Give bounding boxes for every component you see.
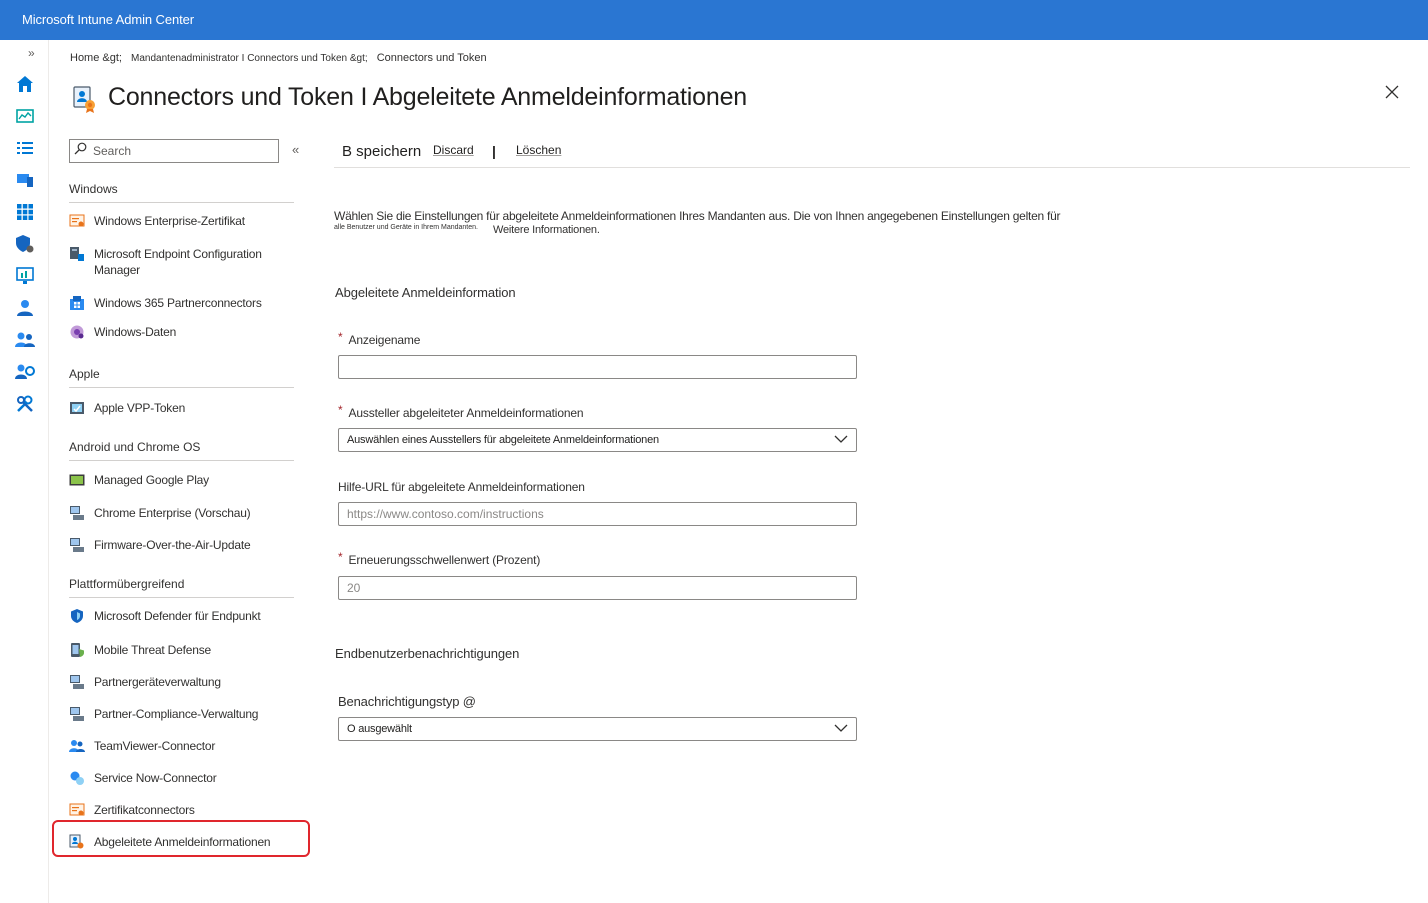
- search-icon: [74, 142, 87, 160]
- defender-shield-icon: [69, 608, 85, 624]
- devices-icon[interactable]: [15, 170, 35, 190]
- troubleshooting-icon[interactable]: [15, 394, 35, 414]
- help-url-input[interactable]: [338, 502, 857, 526]
- breadcrumb-home[interactable]: Home &gt;: [70, 52, 122, 64]
- chevron-down-icon: [834, 720, 848, 738]
- divider: [69, 202, 294, 203]
- required-indicator: *: [338, 403, 343, 417]
- derived-credentials-icon: [72, 85, 98, 113]
- divider: [69, 460, 294, 461]
- nav-item-windows-data[interactable]: Windows-Daten: [69, 324, 294, 340]
- nav-item-certificate-connectors[interactable]: Zertifikatconnectors: [69, 802, 294, 818]
- page-description-continued: alle Benutzer und Geräte in Ihrem Mandan…: [334, 224, 478, 231]
- apps-icon[interactable]: [15, 202, 35, 222]
- chevron-down-icon: [834, 431, 848, 449]
- collapse-menu-button[interactable]: «: [292, 142, 299, 157]
- google-play-icon: [69, 472, 85, 488]
- divider: [69, 387, 294, 388]
- divider: [69, 597, 294, 598]
- close-icon[interactable]: [1384, 84, 1402, 102]
- tenant-admin-icon[interactable]: [15, 362, 35, 382]
- groups-icon[interactable]: [15, 330, 35, 350]
- dashboard-icon[interactable]: [15, 106, 35, 126]
- notification-type-value: O ausgewählt: [347, 723, 412, 735]
- reports-icon[interactable]: [15, 266, 35, 286]
- display-name-label: * Anzeigename: [338, 330, 421, 347]
- partner-compliance-icon: [69, 706, 85, 722]
- more-info-link[interactable]: Weitere Informationen.: [493, 224, 600, 236]
- nav-item-microsoft-defender-for-endpoint[interactable]: Microsoft Defender für Endpunkt: [69, 608, 294, 624]
- required-indicator: *: [338, 550, 343, 564]
- left-rail: »: [0, 40, 49, 903]
- renewal-threshold-input[interactable]: [338, 576, 857, 600]
- nav-item-windows-365-partner-connectors[interactable]: Windows 365 Partnerconnectors: [69, 295, 294, 311]
- nav-group-cross-platform: Plattformübergreifend: [69, 577, 185, 591]
- windows-365-icon: [69, 295, 85, 311]
- section-heading-end-user-notifications: Endbenutzerbenachrichtigungen: [335, 646, 520, 661]
- nav-item-chrome-enterprise[interactable]: Chrome Enterprise (Vorschau): [69, 505, 294, 521]
- nav-item-firmware-over-the-air-update[interactable]: Firmware-Over-the-Air-Update: [69, 537, 294, 553]
- breadcrumb: Home &gt; Mandantenadministrator I Conne…: [70, 52, 493, 64]
- nav-item-mecm[interactable]: Microsoft Endpoint Configuration Manager: [69, 246, 294, 278]
- windows-data-icon: [69, 324, 85, 340]
- nav-item-partner-compliance-management[interactable]: Partner-Compliance-Verwaltung: [69, 706, 294, 722]
- page-title: Connectors und Token I Abgeleitete Anmel…: [108, 83, 747, 111]
- breadcrumb-tenant-admin[interactable]: Mandantenadministrator I Connectors und …: [131, 53, 368, 64]
- nav-item-managed-google-play[interactable]: Managed Google Play: [69, 472, 294, 488]
- section-heading-derived-credential: Abgeleitete Anmeldeinformation: [335, 285, 516, 300]
- required-indicator: *: [338, 330, 343, 344]
- all-services-icon[interactable]: [15, 138, 35, 158]
- mobile-threat-defense-icon: [69, 642, 85, 658]
- app-title[interactable]: Microsoft Intune Admin Center: [22, 12, 194, 27]
- notification-type-dropdown[interactable]: O ausgewählt: [338, 717, 857, 741]
- page-description: Wählen Sie die Einstellungen für abgelei…: [334, 209, 1061, 223]
- expand-rail-button[interactable]: »: [28, 46, 35, 60]
- nav-group-windows: Windows: [69, 182, 118, 196]
- search-box: [69, 139, 279, 163]
- nav-item-servicenow-connector[interactable]: Service Now-Connector: [69, 770, 294, 786]
- display-name-input[interactable]: [338, 355, 857, 379]
- partner-device-icon: [69, 674, 85, 690]
- nav-item-teamviewer-connector[interactable]: TeamViewer-Connector: [69, 738, 294, 754]
- toolbar-separator: |: [492, 143, 496, 159]
- nav-group-android-chrome-os: Android und Chrome OS: [69, 440, 201, 454]
- users-icon[interactable]: [15, 298, 35, 318]
- endpoint-security-icon[interactable]: [15, 234, 35, 254]
- nav-item-windows-enterprise-certificate[interactable]: Windows Enterprise-Zertifikat: [69, 213, 294, 229]
- help-url-label: Hilfe-URL für abgeleitete Anmeldeinforma…: [338, 480, 585, 494]
- command-bar: B speichern Discard | Löschen: [334, 140, 1410, 168]
- search-input[interactable]: [93, 144, 263, 158]
- nav-group-apple: Apple: [69, 367, 100, 381]
- configuration-manager-icon: [69, 246, 85, 262]
- nav-item-derived-credentials[interactable]: Abgeleitete Anmeldeinformationen: [69, 834, 294, 850]
- nav-item-partner-device-management[interactable]: Partnergeräteverwaltung: [69, 674, 294, 690]
- save-button[interactable]: B speichern: [342, 143, 421, 160]
- nav-item-apple-vpp-token[interactable]: Apple VPP-Token: [69, 400, 294, 416]
- discard-button[interactable]: Discard: [433, 143, 474, 157]
- certificate-connector-icon: [69, 802, 85, 818]
- issuer-label: * Aussteller abgeleiteter Anmeldeinformat…: [338, 403, 584, 420]
- chrome-enterprise-icon: [69, 505, 85, 521]
- firmware-update-icon: [69, 537, 85, 553]
- servicenow-icon: [69, 770, 85, 786]
- notification-type-label: Benachrichtigungstyp @: [338, 694, 476, 709]
- renewal-threshold-label: * Erneuerungsschwellenwert (Prozent): [338, 550, 541, 567]
- top-bar: Microsoft Intune Admin Center: [0, 0, 1428, 40]
- issuer-dropdown[interactable]: Auswählen eines Ausstellers für abgeleit…: [338, 428, 857, 452]
- breadcrumb-current[interactable]: Connectors und Token: [377, 52, 487, 64]
- nav-item-mobile-threat-defense[interactable]: Mobile Threat Defense: [69, 642, 294, 658]
- issuer-dropdown-value: Auswählen eines Ausstellers für abgeleit…: [347, 434, 659, 446]
- derived-credentials-nav-icon: [69, 834, 85, 850]
- home-icon[interactable]: [15, 74, 35, 94]
- apple-vpp-icon: [69, 400, 85, 416]
- certificate-icon: [69, 213, 85, 229]
- delete-button[interactable]: Löschen: [516, 143, 561, 157]
- teamviewer-icon: [69, 738, 85, 754]
